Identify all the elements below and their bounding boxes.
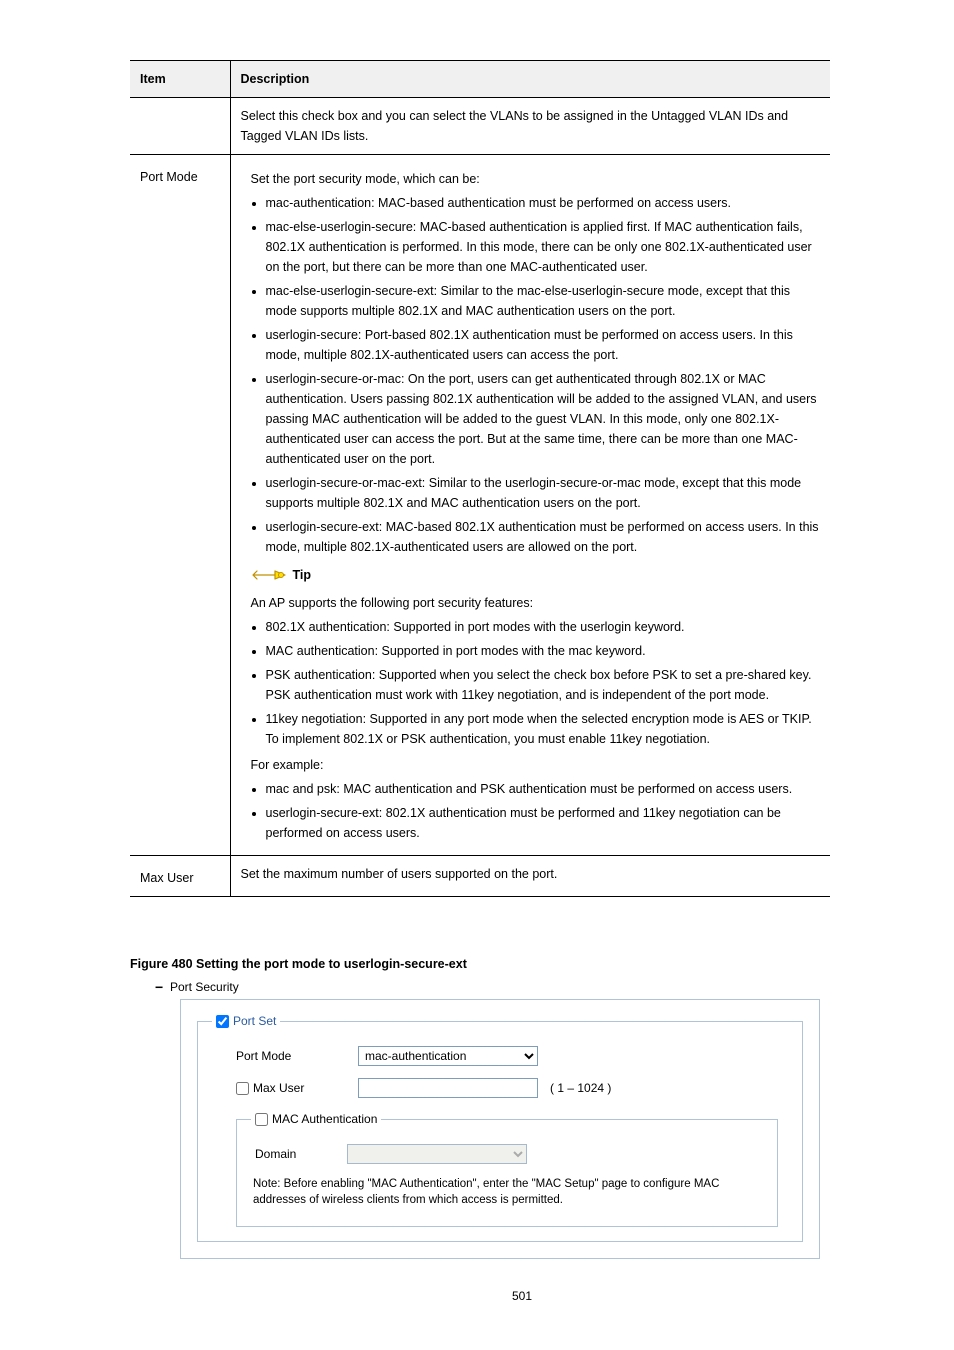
row0-item [130,98,230,155]
bullet-mac-else-secure-ext: mac-else-userlogin-secure-ext: Similar t… [266,281,821,321]
max-user-row: Max User ( 1 – 1024 ) [236,1078,788,1098]
th-description: Description [230,61,830,98]
mac-auth-checkbox[interactable] [255,1113,268,1126]
port-security-header[interactable]: − Port Security [155,979,830,995]
bullet-userlogin-secure-ext: userlogin-secure-ext: MAC-based 802.1X a… [266,517,821,557]
port-set-fieldset: Port Set Port Mode mac-authentication Ma… [197,1014,803,1242]
port-security-title: Port Security [170,980,239,994]
bullet-userlogin-secure-or-mac-ext: userlogin-secure-or-mac-ext: Similar to … [266,473,821,513]
row1-intro: Set the port security mode, which can be… [251,169,821,189]
port-security-panel: Port Set Port Mode mac-authentication Ma… [180,999,820,1259]
mac-auth-fieldset: MAC Authentication Domain Note: Before e… [236,1112,778,1227]
example-mac-psk: mac and psk: MAC authentication and PSK … [266,779,821,799]
bullet-mac-auth: mac-authentication: MAC-based authentica… [266,193,821,213]
config-table: Item Description Select this check box a… [130,60,830,897]
tip-bullets: 802.1X authentication: Supported in port… [241,617,821,749]
tip-psk: PSK authentication: Supported when you s… [266,665,821,705]
figure-caption: Figure 480 Setting the port mode to user… [130,957,914,971]
mac-auth-legend-text: MAC Authentication [272,1112,377,1126]
example-userlogin-secure-ext: userlogin-secure-ext: 802.1X authenticat… [266,803,821,843]
bullet-mac-else-secure: mac-else-userlogin-secure: MAC-based aut… [266,217,821,277]
row1-bullets: mac-authentication: MAC-based authentica… [241,193,821,557]
tip-mac: MAC authentication: Supported in port mo… [266,641,821,661]
row2-item: Max User [130,856,230,897]
port-security-screenshot: − Port Security Port Set Port Mode mac-a… [130,979,830,1259]
tip-11key: 11key negotiation: Supported in any port… [266,709,821,749]
domain-select[interactable] [347,1144,527,1164]
mac-auth-note: Note: Before enabling "MAC Authenticatio… [253,1176,761,1208]
bullet-userlogin-secure-or-mac: userlogin-secure-or-mac: On the port, us… [266,369,821,469]
port-mode-label: Port Mode [236,1049,291,1063]
row0-desc: Select this check box and you can select… [230,98,830,155]
collapse-icon: − [155,979,165,995]
row1-desc: Set the port security mode, which can be… [230,155,830,856]
tip-example-bullets: mac and psk: MAC authentication and PSK … [241,779,821,843]
max-user-input[interactable] [358,1078,538,1098]
row1-item: Port Mode [130,155,230,856]
tip-intro: An AP supports the following port securi… [251,593,821,613]
tip-example-intro: For example: [251,755,821,775]
max-user-range: ( 1 – 1024 ) [550,1081,611,1095]
domain-row: Domain [255,1144,763,1164]
mac-auth-legend[interactable]: MAC Authentication [251,1112,381,1126]
tip-8021x: 802.1X authentication: Supported in port… [266,617,821,637]
port-mode-select[interactable]: mac-authentication [358,1046,538,1066]
bullet-userlogin-secure: userlogin-secure: Port-based 802.1X auth… [266,325,821,365]
page-number: 501 [130,1289,914,1303]
tip-row: Tip [251,565,821,585]
port-set-legend[interactable]: Port Set [212,1014,280,1028]
row2-desc: Set the maximum number of users supporte… [230,856,830,897]
port-mode-row: Port Mode mac-authentication [236,1046,788,1066]
tip-arrow-icon [251,566,287,584]
port-set-legend-text: Port Set [233,1014,276,1028]
th-item: Item [130,61,230,98]
tip-label: Tip [293,565,312,585]
domain-label: Domain [255,1147,296,1161]
port-set-checkbox[interactable] [216,1015,229,1028]
max-user-label: Max User [253,1081,304,1095]
max-user-checkbox[interactable] [236,1082,249,1095]
